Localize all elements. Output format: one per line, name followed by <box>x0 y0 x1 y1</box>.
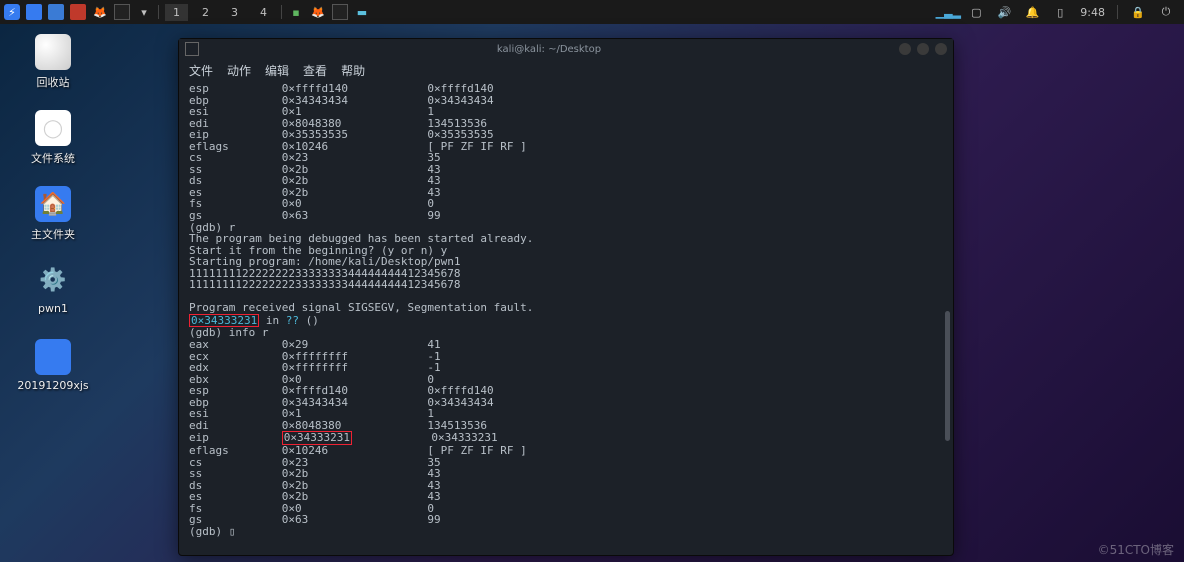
top-panel: ⚡ 🦊 ▾ 1 2 3 4 ▪ 🦊 ▬ ▁▃▂ ▢ 🔊 🔔 ▯ 9:48 🔒 ⏻ <box>0 0 1184 24</box>
kali-menu-icon[interactable]: ⚡ <box>4 4 20 20</box>
folder-icon <box>35 339 71 375</box>
workspace-1[interactable]: 1 <box>165 4 188 21</box>
terminal-window: kali@kali: ~/Desktop 文件 动作 编辑 查看 帮助 esp … <box>178 38 954 556</box>
tray-icon-1[interactable]: ▪ <box>288 4 304 20</box>
power-icon[interactable]: ⏻ <box>1158 4 1174 20</box>
dropdown-icon[interactable]: ▾ <box>136 4 152 20</box>
firefox-icon[interactable]: 🦊 <box>92 4 108 20</box>
tray-terminal-icon[interactable] <box>332 4 348 20</box>
workspace-3[interactable]: 3 <box>223 4 246 21</box>
network-graph-icon[interactable]: ▁▃▂ <box>940 4 956 20</box>
minimize-button[interactable] <box>899 43 911 55</box>
terminal-icon[interactable] <box>114 4 130 20</box>
home-icon: 🏠 <box>35 186 71 222</box>
gear-icon: ⚙️ <box>35 262 71 298</box>
filesystem-icon: ◯ <box>35 110 71 146</box>
tray-icon-2[interactable]: 🦊 <box>310 4 326 20</box>
workspace-2[interactable]: 2 <box>194 4 217 21</box>
terminal-titlebar[interactable]: kali@kali: ~/Desktop <box>179 39 953 59</box>
icon-label: 回收站 <box>37 74 70 90</box>
notifications-icon[interactable]: 🔔 <box>1024 4 1040 20</box>
battery-icon[interactable]: ▯ <box>1052 4 1068 20</box>
screen-icon[interactable]: ▢ <box>968 4 984 20</box>
desktop-icons: 回收站 ◯ 文件系统 🏠 主文件夹 ⚙️ pwn1 20191209xjs <box>18 34 88 392</box>
close-button[interactable] <box>935 43 947 55</box>
menu-view[interactable]: 查看 <box>303 62 327 79</box>
desktop-icon-pwn1[interactable]: ⚙️ pwn1 <box>18 262 88 315</box>
icon-label: pwn1 <box>38 302 68 315</box>
divider <box>158 5 159 19</box>
scrollbar-thumb[interactable] <box>945 311 950 441</box>
watermark: ©51CTO博客 <box>1098 541 1174 558</box>
terminal-menubar: 文件 动作 编辑 查看 帮助 <box>179 59 953 81</box>
lock-icon[interactable]: 🔒 <box>1130 4 1146 20</box>
trash-icon <box>35 34 71 70</box>
desktop-icon-filesystem[interactable]: ◯ 文件系统 <box>18 110 88 166</box>
divider <box>1117 5 1118 19</box>
volume-icon[interactable]: 🔊 <box>996 4 1012 20</box>
divider <box>281 5 282 19</box>
menu-file[interactable]: 文件 <box>189 62 213 79</box>
files-icon[interactable] <box>48 4 64 20</box>
terminal-title: kali@kali: ~/Desktop <box>205 44 893 55</box>
desktop-icon-folder[interactable]: 20191209xjs <box>18 335 88 392</box>
desktop-icon-home[interactable]: 🏠 主文件夹 <box>18 186 88 242</box>
tray-icon-3[interactable]: ▬ <box>354 4 370 20</box>
menu-action[interactable]: 动作 <box>227 62 251 79</box>
maximize-button[interactable] <box>917 43 929 55</box>
app-icon-2[interactable] <box>70 4 86 20</box>
menu-edit[interactable]: 编辑 <box>265 62 289 79</box>
icon-label: 主文件夹 <box>31 226 75 242</box>
app-icon[interactable] <box>26 4 42 20</box>
workspace-4[interactable]: 4 <box>252 4 275 21</box>
menu-help[interactable]: 帮助 <box>341 62 365 79</box>
clock[interactable]: 9:48 <box>1080 6 1105 19</box>
desktop-icon-trash[interactable]: 回收站 <box>18 34 88 90</box>
terminal-body[interactable]: esp 0×ffffd140 0×ffffd140 ebp 0×34343434… <box>179 81 953 555</box>
terminal-app-icon <box>185 42 199 56</box>
icon-label: 文件系统 <box>31 150 75 166</box>
icon-label: 20191209xjs <box>17 379 88 392</box>
